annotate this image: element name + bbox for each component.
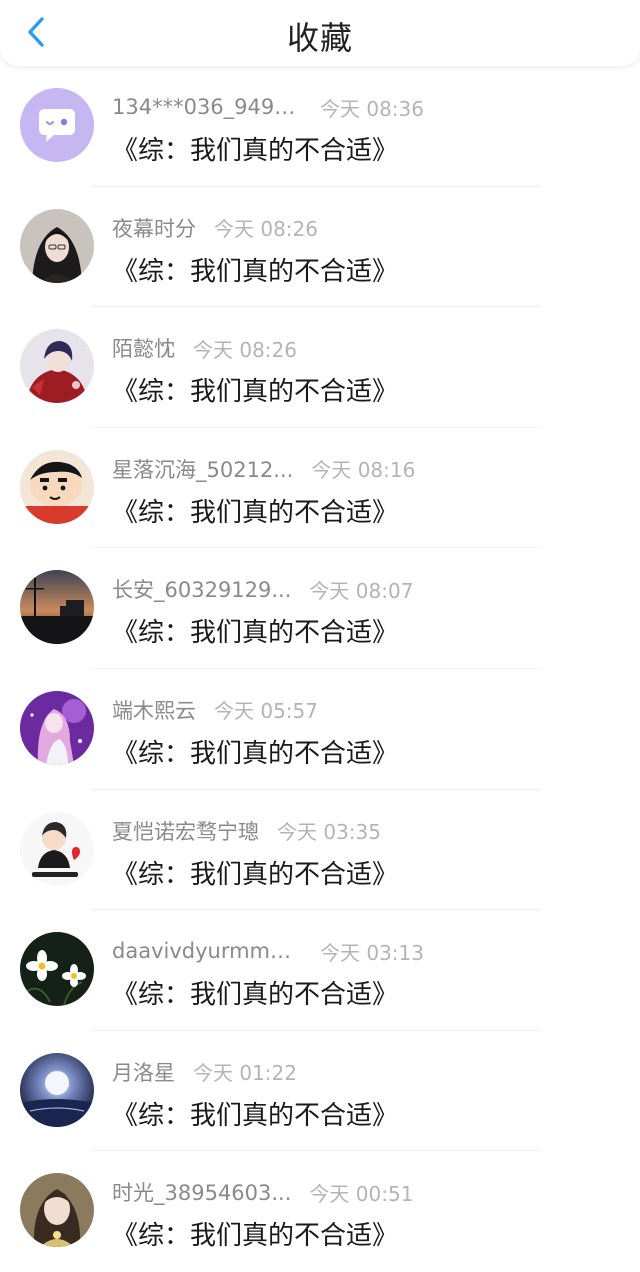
list-item[interactable]: daavivdyurmmb... 今天 03:13 《综：我们真的不合适》 (0, 910, 640, 1031)
list-item[interactable]: 陌懿忱 今天 08:26 《综：我们真的不合适》 (0, 307, 640, 428)
photo-avatar-icon (20, 208, 94, 283)
username[interactable]: 月洛星 (112, 1057, 175, 1087)
list-item[interactable]: 星落沉海_50212... 今天 08:16 《综：我们真的不合适》 (0, 428, 640, 549)
list-item[interactable]: 134***036_9490... 今天 08:36 《综：我们真的不合适》 (0, 66, 640, 187)
favorite-title[interactable]: 《综：我们真的不合适》 (112, 492, 398, 529)
flowers-avatar-icon (20, 932, 94, 1007)
timestamp: 今天 08:07 (309, 578, 414, 603)
list-item[interactable]: 月洛星 今天 01:22 《综：我们真的不合适》 (0, 1031, 640, 1152)
username[interactable]: 时光_38954603... (112, 1177, 291, 1207)
favorite-title[interactable]: 《综：我们真的不合适》 (112, 612, 398, 649)
timestamp: 今天 08:36 (320, 96, 424, 121)
username[interactable]: 陌懿忱 (112, 333, 175, 363)
list-item[interactable]: 时光_38954603... 今天 00:51 《综：我们真的不合适》 (0, 1151, 640, 1272)
page-title: 收藏 (286, 19, 353, 57)
scenery-avatar-icon (20, 570, 94, 645)
username[interactable]: 134***036_9490... (112, 95, 302, 119)
timestamp: 今天 08:26 (214, 217, 318, 242)
timestamp: 今天 03:13 (320, 940, 424, 965)
list-item[interactable]: 长安_60329129... 今天 08:07 《综：我们真的不合适》 (0, 548, 640, 669)
timestamp: 今天 03:35 (277, 820, 381, 845)
favorite-title[interactable]: 《综：我们真的不合适》 (112, 733, 398, 770)
username[interactable]: 夜幕时分 (112, 213, 196, 243)
timestamp: 今天 08:16 (311, 458, 416, 483)
avatar[interactable] (20, 329, 94, 404)
username[interactable]: 夏恺诺宏骛宁璁 (112, 816, 259, 846)
anime-avatar-icon (20, 329, 94, 404)
avatar[interactable] (20, 449, 94, 524)
username[interactable]: 星落沉海_50212... (112, 454, 293, 484)
list-item[interactable]: 夏恺诺宏骛宁璁 今天 03:35 《综：我们真的不合适》 (0, 790, 640, 911)
avatar[interactable] (20, 88, 94, 162)
favorite-title[interactable]: 《综：我们真的不合适》 (112, 1215, 398, 1252)
timestamp: 今天 01:22 (193, 1061, 297, 1086)
timestamp: 今天 08:26 (193, 337, 297, 362)
anime-avatar-icon (20, 690, 94, 765)
avatar[interactable] (20, 811, 94, 886)
cartoon-avatar-icon (20, 449, 94, 524)
chibi-avatar-icon (20, 811, 94, 886)
favorite-title[interactable]: 《综：我们真的不合适》 (112, 371, 398, 408)
list-item[interactable]: 端木熙云 今天 05:57 《综：我们真的不合适》 (0, 669, 640, 790)
favorite-title[interactable]: 《综：我们真的不合适》 (112, 130, 398, 167)
avatar[interactable] (20, 1052, 94, 1127)
timestamp: 今天 00:51 (309, 1181, 414, 1206)
favorite-title[interactable]: 《综：我们真的不合适》 (112, 854, 398, 891)
username[interactable]: 端木熙云 (112, 695, 196, 725)
avatar[interactable] (20, 208, 94, 283)
favorite-title[interactable]: 《综：我们真的不合适》 (112, 1095, 398, 1132)
favorite-title[interactable]: 《综：我们真的不合适》 (112, 974, 398, 1011)
favorite-title[interactable]: 《综：我们真的不合适》 (112, 251, 398, 288)
favorites-list: 134***036_9490... 今天 08:36 《综：我们真的不合适》 夜… (0, 66, 640, 1272)
username[interactable]: 长安_60329129... (112, 574, 291, 604)
moon-avatar-icon (20, 1052, 94, 1127)
timestamp: 今天 05:57 (214, 699, 318, 724)
avatar[interactable] (20, 690, 94, 765)
avatar[interactable] (20, 570, 94, 645)
default-avatar-icon (20, 88, 94, 162)
avatar[interactable] (20, 1173, 94, 1248)
username[interactable]: daavivdyurmmb... (112, 939, 302, 963)
list-item[interactable]: 夜幕时分 今天 08:26 《综：我们真的不合适》 (0, 187, 640, 308)
top-bar: 收藏 (0, 0, 640, 66)
avatar[interactable] (20, 932, 94, 1007)
portrait-avatar-icon (20, 1173, 94, 1248)
